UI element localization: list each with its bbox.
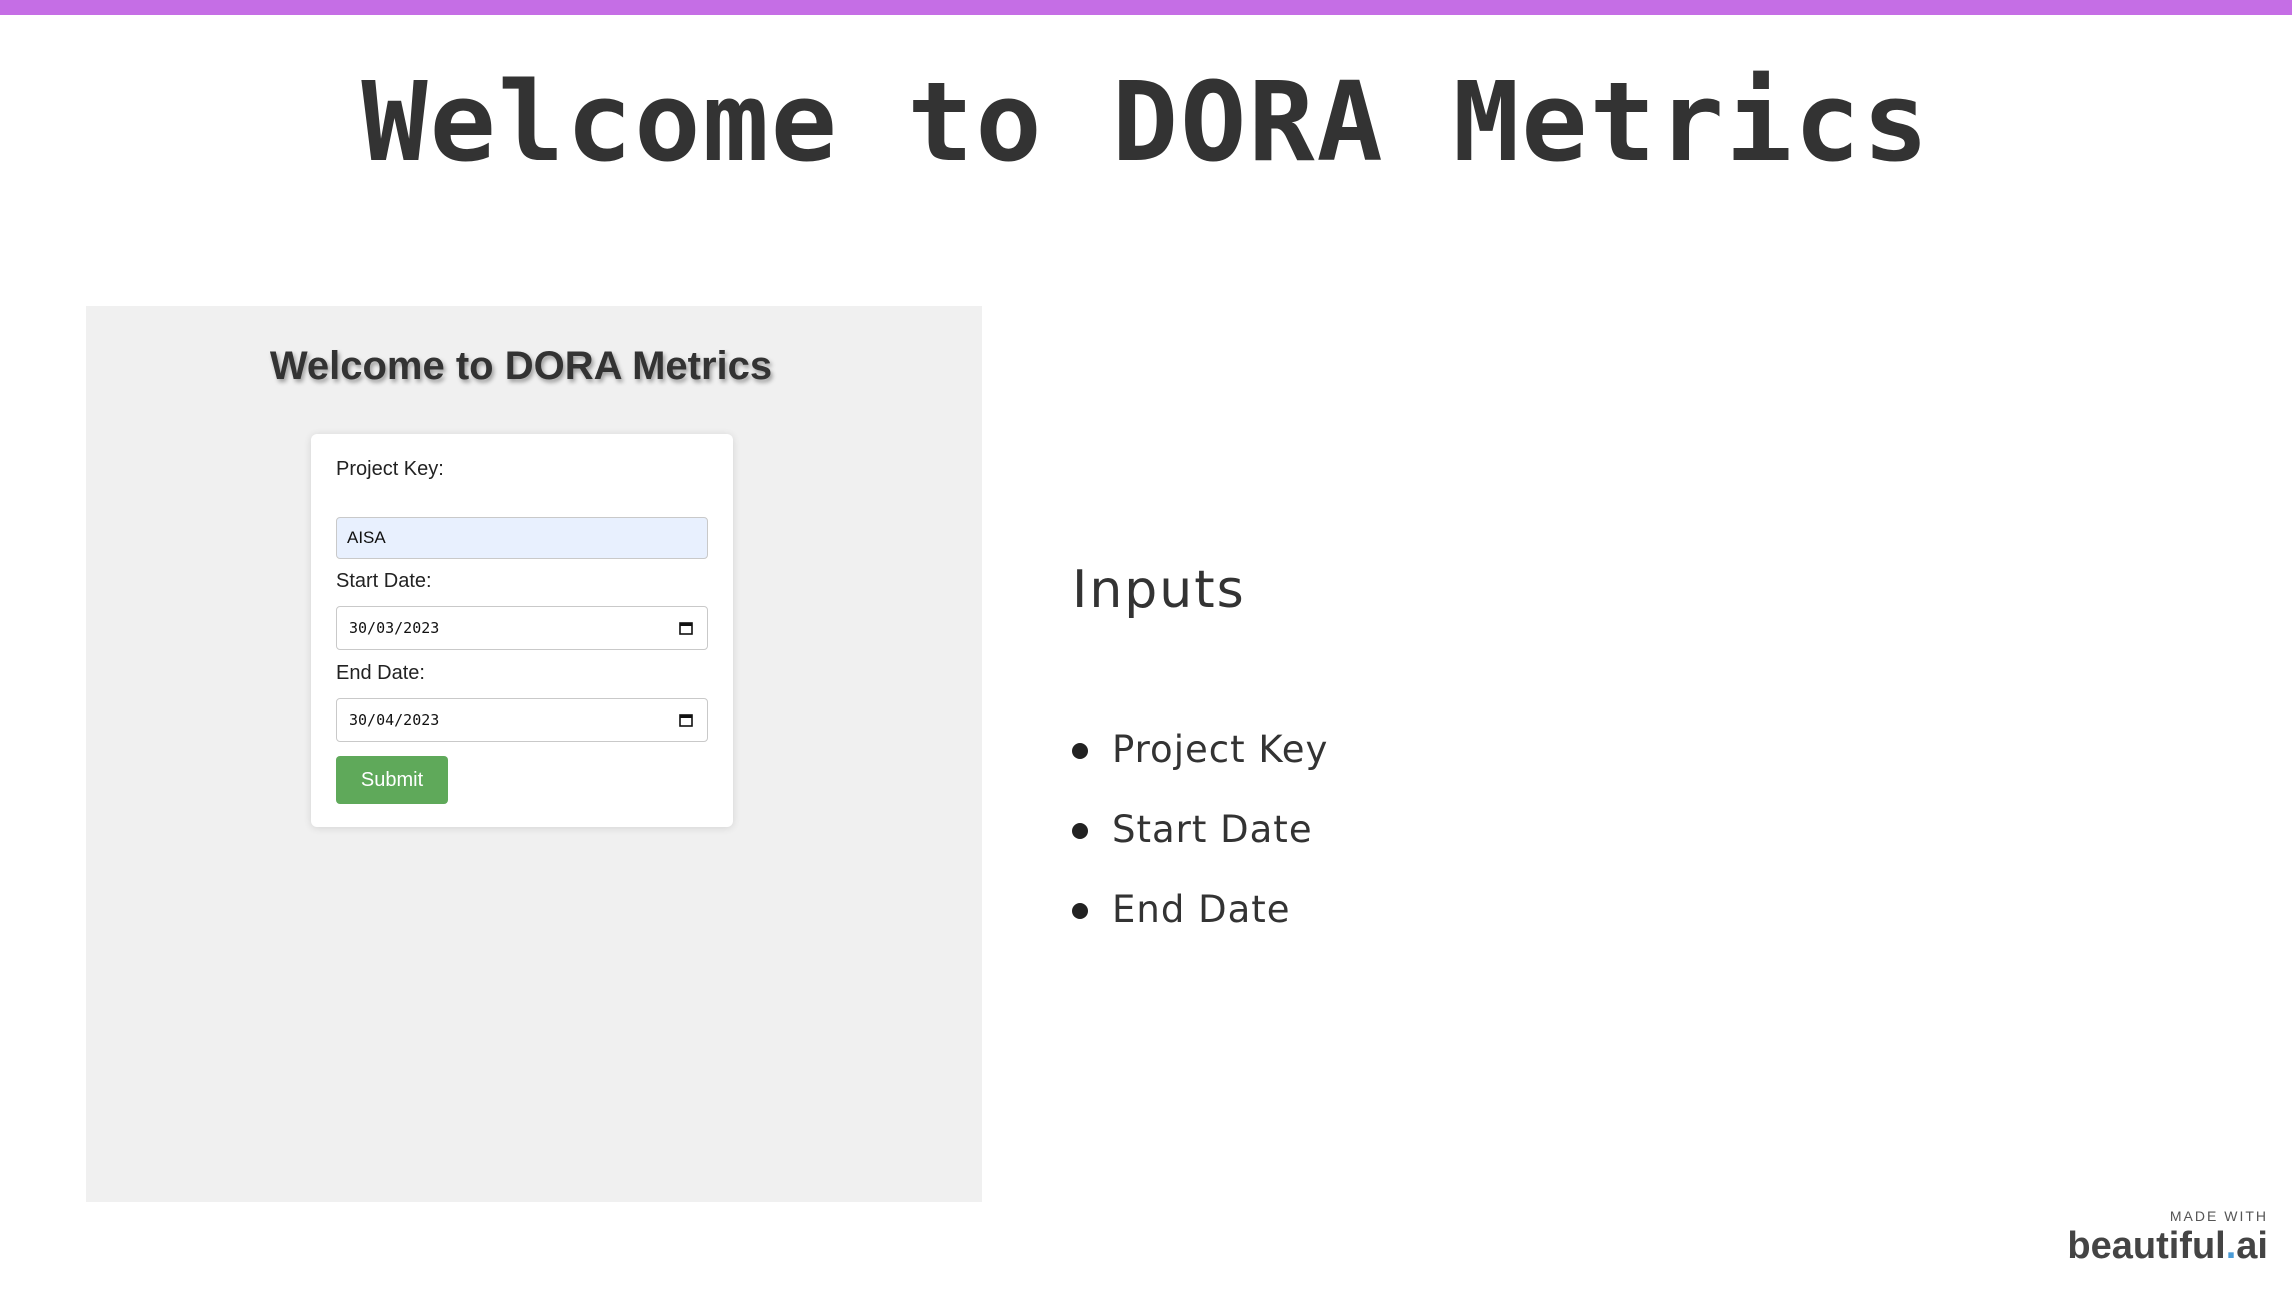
app-page-title: Welcome to DORA Metrics xyxy=(269,344,773,388)
start-date-value: 30/03/2023 xyxy=(349,619,440,637)
bullet-dot-icon xyxy=(1072,903,1088,919)
brand-suffix: ai xyxy=(2236,1225,2268,1267)
inputs-list: Project Key Start Date End Date xyxy=(1072,730,1328,970)
project-key-label: Project Key: xyxy=(336,458,444,480)
list-item: Project Key xyxy=(1072,730,1328,810)
list-item: End Date xyxy=(1072,890,1328,970)
bullet-dot-icon xyxy=(1072,743,1088,759)
project-key-input[interactable] xyxy=(336,517,708,559)
slide-title: Welcome to DORA Metrics xyxy=(361,58,1931,186)
brand-name: beautiful xyxy=(2067,1225,2226,1267)
top-accent-bar xyxy=(0,0,2292,15)
submit-button[interactable]: Submit xyxy=(336,756,448,804)
end-date-input[interactable]: 30/04/2023 xyxy=(336,698,708,742)
list-item-label: Start Date xyxy=(1112,808,1313,851)
list-item-label: End Date xyxy=(1112,888,1291,931)
inputs-heading: Inputs xyxy=(1072,560,1246,620)
end-date-value: 30/04/2023 xyxy=(349,711,440,729)
bullet-dot-icon xyxy=(1072,823,1088,839)
app-screenshot-panel: Welcome to DORA Metrics Project Key: Sta… xyxy=(86,306,982,1202)
calendar-icon[interactable] xyxy=(679,713,693,727)
made-with-credit[interactable]: MADE WITH beautiful.ai xyxy=(2067,1208,2268,1268)
list-item: Start Date xyxy=(1072,810,1328,890)
form-card: Project Key: Start Date: 30/03/2023 End … xyxy=(311,434,733,827)
list-item-label: Project Key xyxy=(1112,728,1329,771)
end-date-label: End Date: xyxy=(336,662,425,684)
start-date-label: Start Date: xyxy=(336,570,432,592)
start-date-input[interactable]: 30/03/2023 xyxy=(336,606,708,650)
brand-dot: . xyxy=(2225,1225,2237,1267)
calendar-icon[interactable] xyxy=(679,621,693,635)
brand-logo: beautiful.ai xyxy=(2067,1224,2268,1268)
made-with-label: MADE WITH xyxy=(2169,1208,2268,1224)
